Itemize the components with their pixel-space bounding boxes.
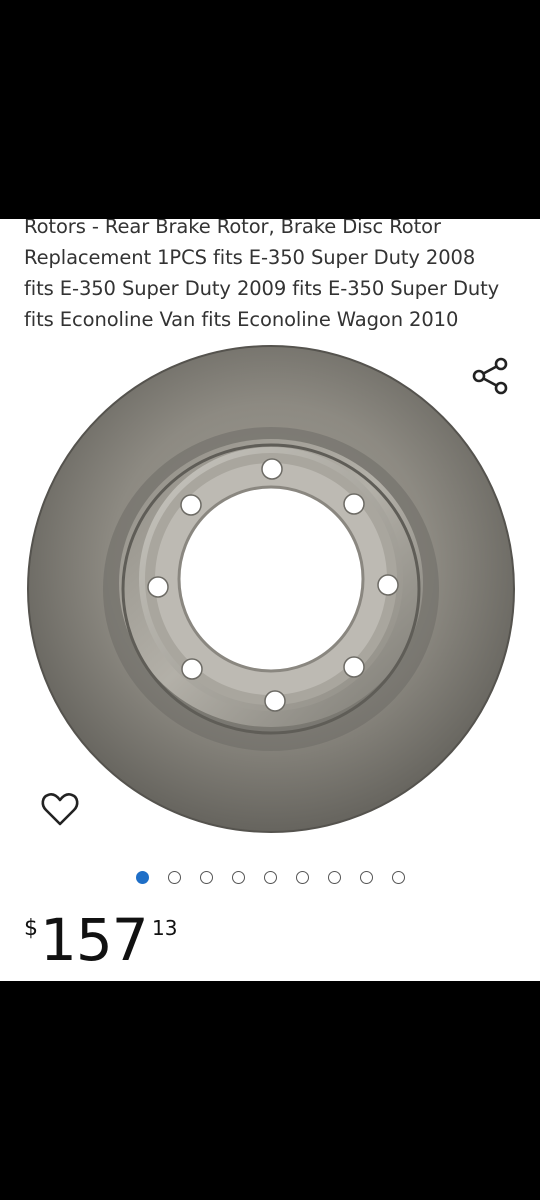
price-fraction: 13 [152, 916, 178, 940]
image-pagination [0, 869, 540, 889]
page-dot-4[interactable] [232, 871, 245, 884]
wishlist-button[interactable] [37, 786, 83, 832]
page-dot-6[interactable] [296, 871, 309, 884]
page-dot-5[interactable] [264, 871, 277, 884]
title-line-3: fits E-350 Super Duty 2009 fits E-350 Su… [24, 277, 500, 300]
title-line-2: Replacement 1PCS fits E-350 Super Duty 2… [24, 246, 476, 269]
price-currency-symbol: $ [24, 916, 38, 941]
price-whole: 157 [40, 906, 149, 974]
navigation-bar-area [0, 981, 540, 1200]
page-dot-1[interactable] [136, 871, 149, 884]
page-dot-2[interactable] [168, 871, 181, 884]
heart-icon [41, 793, 79, 826]
product-title: Rotors - Rear Brake Rotor, Brake Disc Ro… [24, 219, 524, 335]
page-dot-3[interactable] [200, 871, 213, 884]
product-detail: Rotors - Rear Brake Rotor, Brake Disc Ro… [0, 219, 540, 981]
title-line-1: Rotors - Rear Brake Rotor, Brake Disc Ro… [24, 219, 441, 238]
share-button[interactable] [468, 354, 514, 400]
share-icon [472, 357, 508, 395]
page-dot-9[interactable] [392, 871, 405, 884]
product-image[interactable] [0, 339, 540, 839]
title-line-4: fits Econoline Van fits Econoline Wagon … [24, 308, 459, 331]
page-dot-7[interactable] [328, 871, 341, 884]
page-dot-8[interactable] [360, 871, 373, 884]
status-bar-area [0, 0, 540, 219]
